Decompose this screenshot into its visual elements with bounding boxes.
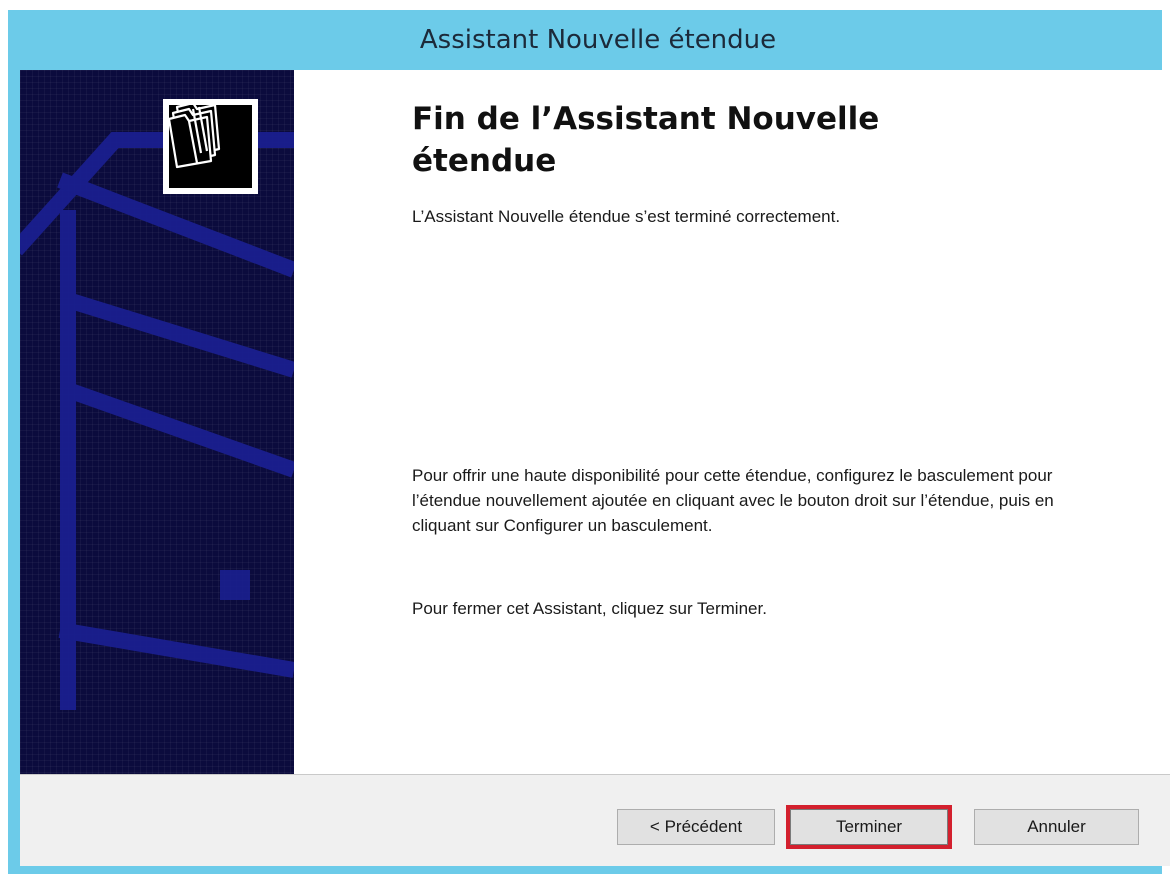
- page-title: Fin de l’Assistant Nouvelle étendue: [412, 101, 880, 179]
- cancel-button[interactable]: Annuler: [974, 809, 1139, 845]
- finish-button[interactable]: Terminer: [786, 805, 952, 849]
- folders-icon: [163, 99, 258, 194]
- title-bar[interactable]: Assistant Nouvelle étendue: [8, 10, 1162, 70]
- completion-message: L’Assistant Nouvelle étendue s’est termi…: [412, 207, 841, 226]
- wizard-client-area: Fin de l’Assistant Nouvelle étendue L’As…: [20, 70, 1170, 866]
- failover-instructions: Pour offrir une haute disponibilité pour…: [412, 466, 1054, 535]
- previous-button[interactable]: < Précédent: [617, 809, 775, 845]
- wizard-banner: [20, 70, 294, 774]
- window-title: Assistant Nouvelle étendue: [419, 25, 777, 55]
- close-instructions: Pour fermer cet Assistant, cliquez sur T…: [412, 599, 767, 618]
- wizard-window: Assistant Nouvelle étendue Fin de l’Assi…: [8, 10, 1170, 874]
- button-bar: < Précédent Terminer Annuler: [20, 774, 1170, 866]
